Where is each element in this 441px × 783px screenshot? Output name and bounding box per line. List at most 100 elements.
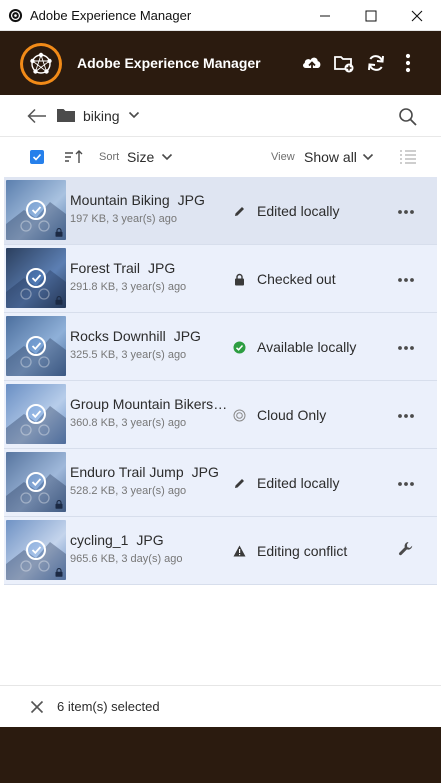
- asset-filename: Group Mountain Bikers: [70, 396, 214, 412]
- alert-icon: [232, 544, 246, 558]
- asset-thumbnail[interactable]: [6, 452, 66, 512]
- asset-filename: Enduro Trail Jump: [70, 464, 184, 480]
- selected-check-icon[interactable]: [26, 336, 46, 356]
- asset-actions-button[interactable]: [396, 408, 416, 422]
- selected-check-icon[interactable]: [26, 540, 46, 560]
- asset-row[interactable]: cycling_1 JPG 965.6 KB, 3 day(s) ago Edit…: [4, 517, 437, 585]
- list-toolbar: Sort Size View Show all: [0, 137, 441, 177]
- asset-name[interactable]: Enduro Trail Jump JPG: [70, 464, 230, 480]
- lock-badge-icon: [55, 568, 63, 577]
- upload-button[interactable]: [300, 51, 324, 75]
- logo-mark-icon: [30, 52, 52, 74]
- bottom-bar: [0, 727, 441, 783]
- asset-meta: 291.8 KB, 3 year(s) ago: [70, 281, 187, 293]
- selection-count: 6 item(s) selected: [57, 699, 160, 714]
- asset-thumbnail[interactable]: [6, 180, 66, 240]
- more-vertical-icon: [405, 53, 411, 73]
- asset-status: Edited locally: [257, 203, 340, 219]
- asset-type: JPG: [136, 532, 164, 548]
- sort-dropdown[interactable]: Size: [127, 149, 154, 165]
- selected-check-icon[interactable]: [26, 268, 46, 288]
- asset-name[interactable]: Mountain Biking JPG: [70, 192, 230, 208]
- wrench-icon: [398, 541, 414, 562]
- asset-actions-button[interactable]: [396, 476, 416, 490]
- selected-check-icon[interactable]: [26, 404, 46, 424]
- asset-name[interactable]: Forest Trail JPG: [70, 260, 230, 276]
- select-all-checkbox[interactable]: [30, 150, 44, 164]
- asset-row[interactable]: Forest Trail JPG 291.8 KB, 3 year(s) ago …: [4, 245, 437, 313]
- asset-status: Cloud Only: [257, 407, 327, 423]
- asset-name[interactable]: Group Mountain BikersJPG: [70, 396, 230, 412]
- asset-actions-button[interactable]: [396, 340, 416, 354]
- asset-status: Checked out: [257, 271, 336, 287]
- checkmark-icon: [32, 153, 42, 161]
- app-header: Adobe Experience Manager: [0, 31, 441, 95]
- asset-filename: cycling_1: [70, 532, 129, 548]
- folder-icon: [57, 109, 75, 122]
- asset-status: Edited locally: [257, 475, 340, 491]
- sort-order-icon[interactable]: [64, 149, 84, 165]
- chevron-down-icon[interactable]: [161, 152, 173, 162]
- asset-actions-button[interactable]: [396, 204, 416, 218]
- more-horizontal-icon: [397, 406, 415, 424]
- app-title: Adobe Experience Manager: [77, 55, 261, 71]
- maximize-button[interactable]: [348, 0, 394, 31]
- minimize-button[interactable]: [302, 0, 348, 31]
- maximize-icon: [365, 10, 377, 21]
- asset-meta: 528.2 KB, 3 year(s) ago: [70, 485, 187, 497]
- aem-logo: [20, 43, 62, 85]
- view-filter-dropdown[interactable]: Show all: [304, 149, 357, 165]
- chevron-down-icon[interactable]: [362, 152, 374, 162]
- more-horizontal-icon: [397, 474, 415, 492]
- more-menu-button[interactable]: [396, 51, 420, 75]
- asset-list: Mountain Biking JPG 197 KB, 3 year(s) ago…: [4, 177, 437, 585]
- asset-type: JPG: [191, 464, 219, 480]
- refresh-button[interactable]: [364, 51, 388, 75]
- lock-badge-icon: [55, 500, 63, 509]
- chevron-down-icon[interactable]: [128, 110, 140, 120]
- asset-thumbnail[interactable]: [6, 248, 66, 308]
- new-folder-button[interactable]: [332, 51, 356, 75]
- asset-name[interactable]: cycling_1 JPG: [70, 532, 230, 548]
- more-horizontal-icon: [397, 338, 415, 356]
- selection-footer: 6 item(s) selected: [0, 685, 441, 727]
- selected-check-icon[interactable]: [26, 200, 46, 220]
- asset-type: JPG: [177, 192, 205, 208]
- pencil-icon: [232, 476, 246, 490]
- asset-row[interactable]: Rocks Downhill JPG 325.5 KB, 3 year(s) ag…: [4, 313, 437, 381]
- back-arrow-icon[interactable]: [26, 107, 48, 125]
- view-label: View: [271, 151, 295, 163]
- lock-icon: [232, 272, 246, 286]
- resolve-conflict-button[interactable]: [396, 541, 416, 558]
- asset-row[interactable]: Mountain Biking JPG 197 KB, 3 year(s) ago…: [4, 177, 437, 245]
- asset-actions-button[interactable]: [396, 272, 416, 286]
- asset-type: JPG: [148, 260, 176, 276]
- asset-meta: 360.8 KB, 3 year(s) ago: [70, 417, 187, 429]
- asset-filename: Forest Trail: [70, 260, 141, 276]
- selected-check-icon[interactable]: [26, 472, 46, 492]
- asset-row[interactable]: Enduro Trail Jump JPG 528.2 KB, 3 year(s)…: [4, 449, 437, 517]
- minimize-icon: [320, 15, 330, 16]
- breadcrumb: biking: [0, 95, 441, 137]
- asset-meta: 325.5 KB, 3 year(s) ago: [70, 349, 187, 361]
- current-folder[interactable]: biking: [83, 108, 120, 124]
- asset-status: Editing conflict: [257, 543, 348, 559]
- new-folder-icon: [334, 56, 354, 73]
- cloud-only-icon: [232, 408, 246, 422]
- asset-status: Available locally: [257, 339, 357, 355]
- close-button[interactable]: [394, 0, 440, 31]
- asset-thumbnail[interactable]: [6, 520, 66, 580]
- asset-meta: 965.6 KB, 3 day(s) ago: [70, 553, 183, 565]
- more-horizontal-icon: [397, 270, 415, 288]
- sort-label: Sort: [99, 151, 120, 163]
- asset-name[interactable]: Rocks Downhill JPG: [70, 328, 230, 344]
- asset-type: JPG: [173, 328, 201, 344]
- clear-selection-icon[interactable]: [30, 700, 44, 714]
- asset-thumbnail[interactable]: [6, 384, 66, 444]
- asset-row[interactable]: Group Mountain BikersJPG 360.8 KB, 3 yea…: [4, 381, 437, 449]
- asset-thumbnail[interactable]: [6, 316, 66, 376]
- list-view-icon[interactable]: [399, 149, 417, 165]
- search-icon[interactable]: [398, 107, 418, 127]
- window-title: Adobe Experience Manager: [30, 8, 192, 23]
- more-horizontal-icon: [397, 202, 415, 220]
